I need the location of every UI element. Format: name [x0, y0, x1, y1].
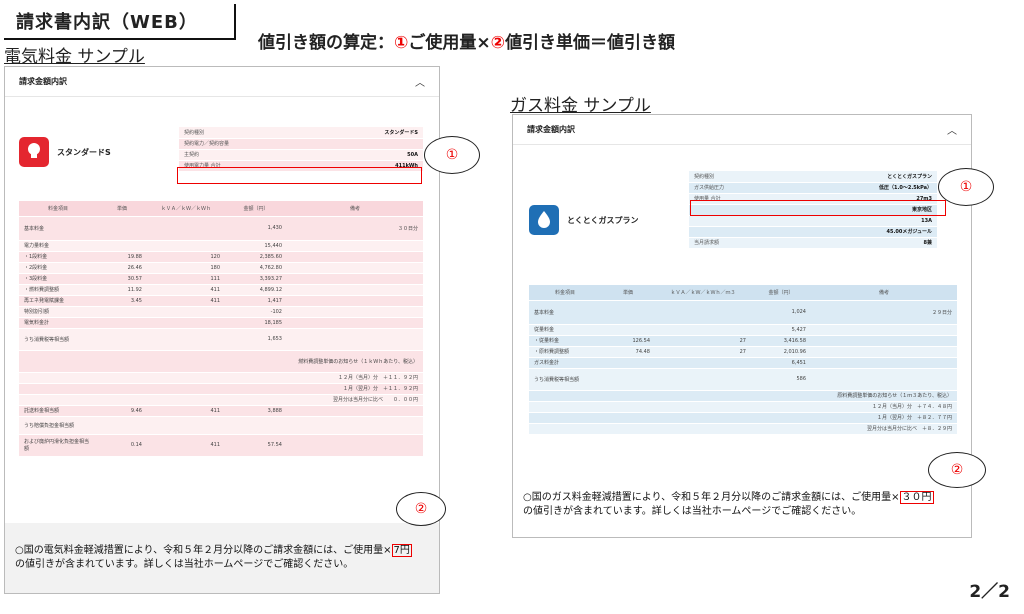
electric-usage-highlight — [177, 167, 422, 184]
marker-two-electric: ② — [396, 492, 446, 526]
gas-bill-panel: 請求金額内訳 ︿ とくとくガスプラン 契約種別 とくとくガスプラン ガス供給圧力低… — [512, 114, 972, 538]
electric-contract-table: 契約種別 スタンダードS 契約電力／契約容量 主契約 50A 使用電力量 合計 411… — [179, 127, 423, 172]
gas-panel-title: 請求金額内訳 — [527, 125, 575, 134]
marker-one-electric: ① — [424, 136, 480, 174]
electric-plan-name: スタンダードS — [57, 147, 111, 157]
gas-usage-highlight — [690, 200, 946, 216]
lightbulb-icon — [19, 137, 49, 167]
gas-plan: とくとくガスプラン — [529, 205, 639, 235]
document-title: 請求書内訳（WEB） — [16, 12, 198, 33]
electric-bill-panel: 請求金額内訳 ︿ スタンダードS 契約種別 スタンダードS 契約電力／契約容量 主… — [4, 66, 440, 594]
electric-panel-header[interactable]: 請求金額内訳 ︿ — [5, 67, 439, 97]
flame-icon — [529, 205, 559, 235]
discount-formula: 値引き額の算定：①ご使用量×②値引き単価＝値引き額 — [258, 33, 676, 53]
electric-plan: スタンダードS — [19, 137, 111, 167]
marker-one-gas: ① — [938, 168, 994, 206]
gas-panel-header[interactable]: 請求金額内訳 ︿ — [513, 115, 971, 145]
gas-discount-note: ○国のガス料金軽減措置により、令和５年２月分以降のご請求金額には、ご使用量× ３０… — [513, 477, 971, 537]
gas-sample-label: ガス料金 サンプル — [510, 96, 651, 116]
gas-plan-name: とくとくガスプラン — [567, 215, 639, 225]
electric-panel-title: 請求金額内訳 — [19, 77, 67, 86]
gas-discount-amount: ３０円 — [899, 491, 934, 504]
electric-charge-table: 料金項目 単価 ｋＶＡ／ｋＷ／ｋＷｈ 金額（円） 備考 基本料金 1,430 ３０日… — [19, 201, 423, 457]
document-title-box: 請求書内訳（WEB） — [4, 4, 236, 40]
gas-charge-table: 料金項目 単価 ｋＶＡ／ｋＷ／ｋＷｈ／ｍ３ 金額（円） 備考 基本料金 1,024… — [529, 285, 957, 435]
marker-two-gas: ② — [928, 452, 986, 488]
electric-sample-label: 電気料金 サンプル — [4, 47, 145, 67]
chevron-up-icon[interactable]: ︿ — [947, 122, 957, 137]
page-number: 2／2 — [969, 582, 1010, 602]
electric-discount-amount: 7円 — [391, 544, 412, 557]
electric-discount-note: ○国の電気料金軽減措置により、令和５年２月分以降のご請求金額には、ご使用量× 7円… — [5, 523, 439, 593]
chevron-up-icon[interactable]: ︿ — [415, 74, 425, 89]
